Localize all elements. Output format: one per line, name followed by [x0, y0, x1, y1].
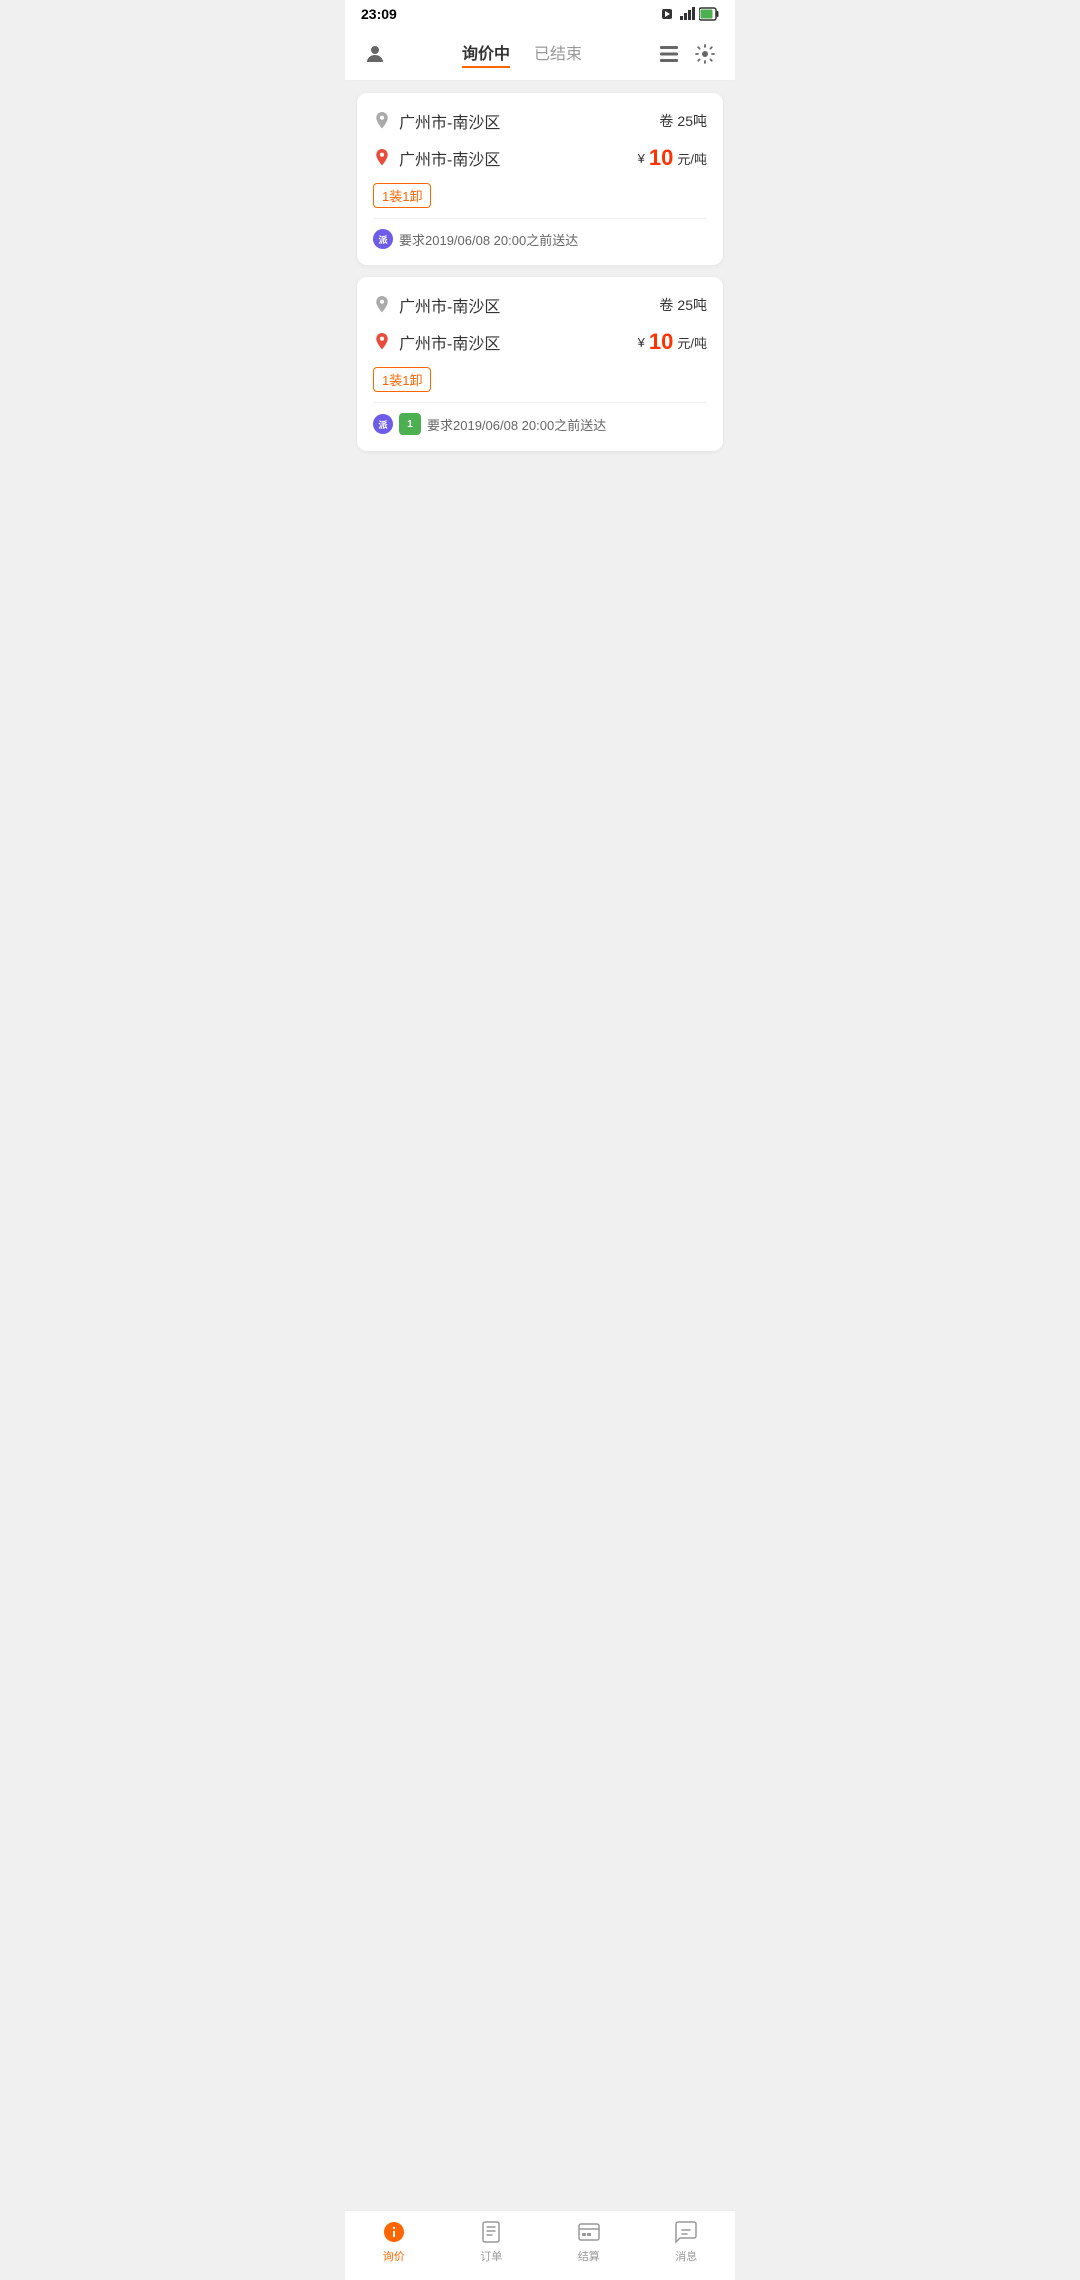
- to-city-2: 广州市-南沙区: [399, 330, 500, 354]
- to-row-1: 广州市-南沙区 ¥ 10 元/吨: [373, 145, 707, 171]
- layers-icon[interactable]: [655, 40, 683, 68]
- nav-settlement[interactable]: 结算: [559, 2219, 619, 2264]
- badge-row-1: 1装1卸: [373, 183, 707, 208]
- from-location-1: 广州市-南沙区: [373, 109, 500, 133]
- badge-row-2: 1装1卸: [373, 367, 707, 392]
- to-row-2: 广州市-南沙区 ¥ 10 元/吨: [373, 329, 707, 355]
- app-header: 询价中 已结束: [345, 28, 735, 81]
- settings-icon[interactable]: [691, 40, 719, 68]
- from-pin-icon-1: [373, 112, 391, 130]
- price-currency-2: ¥: [638, 335, 645, 350]
- weight-value-1: 25吨: [677, 111, 707, 131]
- price-row-1: ¥ 10 元/吨: [638, 145, 707, 171]
- delivery-row-1: 派 要求2019/06/08 20:00之前送达: [373, 229, 707, 249]
- price-value-2: 10: [649, 329, 673, 355]
- load-unload-badge-2: 1装1卸: [373, 367, 431, 392]
- from-pin-icon-2: [373, 296, 391, 314]
- dispatch-icon-1: 派: [373, 229, 393, 249]
- price-currency-1: ¥: [638, 151, 645, 166]
- freight-card-1[interactable]: 广州市-南沙区 卷 25吨 广州市-南沙区 ¥ 10 元/吨: [357, 93, 723, 265]
- weight-info-1: 卷 25吨: [659, 111, 707, 131]
- dispatch-count-badge-2: 1: [399, 413, 421, 435]
- nav-label-settlement: 结算: [578, 2248, 600, 2264]
- freight-card-2[interactable]: 广州市-南沙区 卷 25吨 广州市-南沙区 ¥ 10 元/吨: [357, 277, 723, 451]
- from-row-1: 广州市-南沙区 卷 25吨: [373, 109, 707, 133]
- tab-inquiring[interactable]: 询价中: [462, 40, 510, 68]
- nav-label-inquiry: 询价: [383, 2248, 405, 2264]
- load-unload-badge-1: 1装1卸: [373, 183, 431, 208]
- user-icon[interactable]: [361, 40, 389, 68]
- bottom-nav: 询价 订单 结算: [345, 2210, 735, 2280]
- price-unit-2: 元/吨: [677, 333, 707, 352]
- nav-label-order: 订单: [480, 2248, 502, 2264]
- status-icons: [659, 6, 719, 22]
- nav-message[interactable]: 消息: [656, 2219, 716, 2264]
- battery-icon: [699, 6, 719, 22]
- to-city-1: 广州市-南沙区: [399, 146, 500, 170]
- price-row-2: ¥ 10 元/吨: [638, 329, 707, 355]
- weight-value-2: 25吨: [677, 295, 707, 315]
- status-time: 23:09: [361, 6, 397, 22]
- inquiry-icon: [381, 2219, 407, 2245]
- from-city-2: 广州市-南沙区: [399, 293, 500, 317]
- message-icon: [673, 2219, 699, 2245]
- nav-label-message: 消息: [675, 2248, 697, 2264]
- price-value-1: 10: [649, 145, 673, 171]
- signal-icon: [679, 6, 695, 22]
- weight-info-2: 卷 25吨: [659, 295, 707, 315]
- settlement-icon: [576, 2219, 602, 2245]
- order-icon: [478, 2219, 504, 2245]
- header-tabs: 询价中 已结束: [389, 40, 655, 68]
- to-location-2: 广州市-南沙区: [373, 330, 500, 354]
- status-bar: 23:09: [345, 0, 735, 28]
- divider-1: [373, 218, 707, 219]
- delivery-text-1: 要求2019/06/08 20:00之前送达: [399, 230, 578, 249]
- price-unit-1: 元/吨: [677, 149, 707, 168]
- dispatch-icon-2: 派: [373, 414, 393, 434]
- to-pin-icon-1: [373, 149, 391, 167]
- to-location-1: 广州市-南沙区: [373, 146, 500, 170]
- from-row-2: 广州市-南沙区 卷 25吨: [373, 293, 707, 317]
- delivery-row-2: 派 1 要求2019/06/08 20:00之前送达: [373, 413, 707, 435]
- from-city-1: 广州市-南沙区: [399, 109, 500, 133]
- nav-inquiry[interactable]: 询价: [364, 2219, 424, 2264]
- from-location-2: 广州市-南沙区: [373, 293, 500, 317]
- divider-2: [373, 402, 707, 403]
- weight-label-1: 卷: [659, 111, 673, 131]
- to-pin-icon-2: [373, 333, 391, 351]
- nav-order[interactable]: 订单: [461, 2219, 521, 2264]
- delivery-text-2: 要求2019/06/08 20:00之前送达: [427, 415, 606, 434]
- main-content: 广州市-南沙区 卷 25吨 广州市-南沙区 ¥ 10 元/吨: [345, 81, 735, 463]
- play-icon: [659, 6, 675, 22]
- tab-ended[interactable]: 已结束: [534, 40, 582, 68]
- weight-label-2: 卷: [659, 295, 673, 315]
